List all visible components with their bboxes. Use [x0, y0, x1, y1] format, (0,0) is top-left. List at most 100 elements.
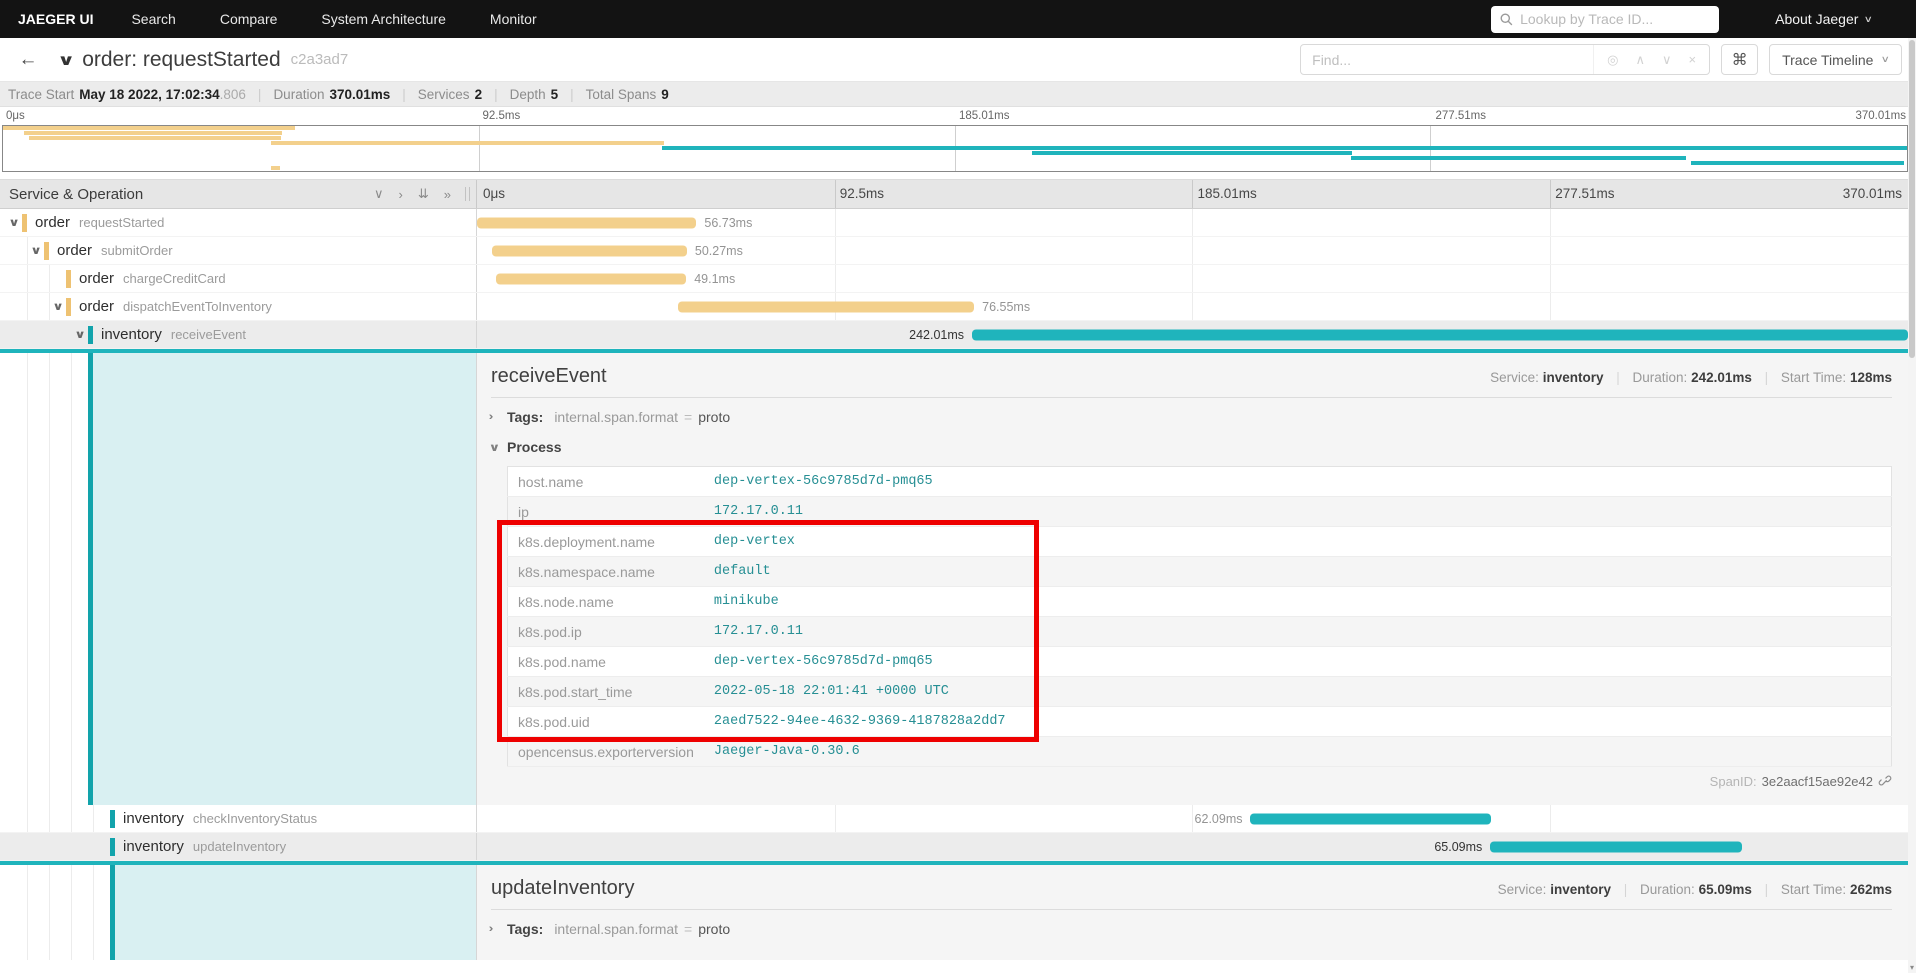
- collapse-trace-icon[interactable]: ∨: [57, 51, 75, 69]
- kv-row[interactable]: opencensus.exporterversionJaeger-Java-0.…: [508, 737, 1892, 767]
- tags-toggle[interactable]: › Tags: internal.span.format = proto: [491, 402, 1892, 432]
- span-bar[interactable]: [1490, 841, 1742, 852]
- span-id-row: SpanID: 3e2aacf15ae92e42: [491, 774, 1892, 789]
- kv-row[interactable]: k8s.pod.ip172.17.0.11: [508, 617, 1892, 647]
- chevron-down-icon[interactable]: ∨: [48, 300, 69, 313]
- service-name: order: [79, 270, 114, 287]
- chevron-down-icon[interactable]: ∨: [26, 244, 47, 257]
- trace-id: c2a3ad7: [291, 51, 349, 68]
- expand-one-icon[interactable]: ›: [399, 187, 403, 202]
- span-bar[interactable]: [1250, 813, 1490, 824]
- trace-view-selector[interactable]: Trace Timeline ∨: [1769, 44, 1902, 75]
- kv-row[interactable]: k8s.deployment.namedep-vertex: [508, 527, 1892, 557]
- kv-row[interactable]: k8s.pod.namedep-vertex-56c9785d7d-pmq65: [508, 647, 1892, 677]
- span-row-updateInventory[interactable]: inventory updateInventory 65.09ms: [0, 833, 1908, 861]
- minimap-canvas[interactable]: [2, 125, 1908, 172]
- tick-label: 0μs: [483, 186, 505, 201]
- kv-row[interactable]: k8s.pod.uid2aed7522-94ee-4632-9369-41878…: [508, 707, 1892, 737]
- expand-all-icon[interactable]: »: [444, 187, 451, 202]
- tag-value: proto: [698, 921, 730, 937]
- nav-item-monitor[interactable]: Monitor: [490, 11, 537, 27]
- scroll-down-icon[interactable]: ▾: [1908, 963, 1916, 973]
- tag-key: internal.span.format: [554, 409, 678, 425]
- kv-row[interactable]: ip172.17.0.11: [508, 497, 1892, 527]
- nav-item-search[interactable]: Search: [131, 11, 175, 27]
- grid-header: Service & Operation ∨ › ⇊ » 0μs 92.5ms 1…: [0, 179, 1908, 209]
- chevron-down-icon: ∨: [1864, 14, 1873, 25]
- kv-row[interactable]: k8s.pod.start_time2022-05-18 22:01:41 +0…: [508, 677, 1892, 707]
- minimap-span-bar: [1691, 161, 1904, 165]
- service-color-bar: [66, 270, 71, 288]
- keyboard-shortcuts-button[interactable]: ⌘: [1721, 44, 1758, 75]
- trace-lookup-box: [1491, 6, 1719, 33]
- service-operation-header: Service & Operation ∨ › ⇊ »: [0, 180, 477, 208]
- timeline-ticks-header: 0μs 92.5ms 185.01ms 277.51ms 370.01ms: [477, 180, 1908, 208]
- tick-label: 92.5ms: [483, 110, 521, 122]
- span-detail-receiveEvent: receiveEvent Service: inventory | Durati…: [0, 349, 1908, 805]
- detail-meta: Service: inventory | Duration: 65.09ms |…: [1498, 882, 1892, 897]
- service-name: inventory: [123, 838, 184, 855]
- service-name: order: [79, 298, 114, 315]
- trace-lookup-input[interactable]: [1520, 11, 1710, 27]
- depth-value: 5: [551, 87, 559, 102]
- span-row-dispatchEventToInventory[interactable]: ∨ order dispatchEventToInventory 76.55ms: [0, 293, 1908, 321]
- tick-label: 0μs: [6, 110, 25, 122]
- span-duration-label: 65.09ms: [1434, 840, 1482, 854]
- total-spans-value: 9: [661, 87, 669, 102]
- chevron-down-icon: ∨: [489, 441, 510, 454]
- chevron-down-icon[interactable]: ∨: [4, 216, 25, 229]
- span-row-receiveEvent[interactable]: ∨ inventory receiveEvent 242.01ms: [0, 321, 1908, 349]
- service-name: inventory: [101, 326, 162, 343]
- operation-name: receiveEvent: [171, 327, 246, 342]
- column-resizer[interactable]: [465, 187, 470, 201]
- detail-indent-fill: [93, 353, 476, 805]
- span-row-chargeCreditCard[interactable]: order chargeCreditCard 49.1ms: [0, 265, 1908, 293]
- process-toggle[interactable]: ∨ Process: [491, 432, 1892, 462]
- chevron-down-icon[interactable]: ∨: [70, 328, 91, 341]
- next-result-icon[interactable]: ∨: [1662, 52, 1672, 68]
- span-bar[interactable]: [477, 217, 696, 228]
- find-input[interactable]: [1301, 52, 1593, 68]
- prev-result-icon[interactable]: ∧: [1635, 52, 1645, 68]
- nav-item-system-architecture[interactable]: System Architecture: [321, 11, 446, 27]
- collapse-one-icon[interactable]: ∨: [374, 186, 384, 202]
- operation-name: requestStarted: [79, 215, 164, 230]
- span-bar[interactable]: [678, 301, 974, 312]
- minimap-span-bar: [29, 136, 282, 140]
- span-bar[interactable]: [972, 329, 1908, 340]
- back-button[interactable]: ←: [10, 49, 46, 71]
- tags-toggle[interactable]: › Tags: internal.span.format = proto: [491, 914, 1892, 944]
- match-highlight-icon[interactable]: ◎: [1607, 52, 1618, 68]
- depth-label: Depth: [510, 87, 546, 102]
- clear-search-icon[interactable]: ×: [1689, 52, 1697, 67]
- link-icon[interactable]: [1878, 775, 1892, 789]
- tick-label: 185.01ms: [1198, 186, 1257, 201]
- span-duration-label: 50.27ms: [695, 244, 743, 258]
- collapse-all-icon[interactable]: ⇊: [418, 186, 429, 202]
- operation-name: chargeCreditCard: [123, 271, 226, 286]
- operation-name: submitOrder: [101, 243, 173, 258]
- span-row-checkInventoryStatus[interactable]: inventory checkInventoryStatus 62.09ms: [0, 805, 1908, 833]
- span-bar[interactable]: [492, 245, 686, 256]
- process-key-value-table: host.namedep-vertex-56c9785d7d-pmq65 ip1…: [507, 466, 1892, 767]
- span-row-requestStarted[interactable]: ∨ order requestStarted 56.73ms: [0, 209, 1908, 237]
- vertical-scrollbar[interactable]: ▾: [1908, 38, 1916, 973]
- search-icon: [1500, 13, 1513, 26]
- span-duration-label: 56.73ms: [704, 216, 752, 230]
- timeline-grid: Service & Operation ∨ › ⇊ » 0μs 92.5ms 1…: [0, 179, 1908, 960]
- detail-meta: Service: inventory | Duration: 242.01ms …: [1490, 370, 1892, 385]
- span-duration-label: 62.09ms: [1195, 812, 1243, 826]
- kv-row[interactable]: k8s.namespace.namedefault: [508, 557, 1892, 587]
- app-brand[interactable]: JAEGER UI: [18, 11, 93, 27]
- duration-label: Duration: [273, 87, 324, 102]
- trace-header: ← ∨ order: requestStarted c2a3ad7 ◎ ∧ ∨ …: [0, 38, 1916, 82]
- kv-row[interactable]: k8s.node.nameminikube: [508, 587, 1892, 617]
- span-row-submitOrder[interactable]: ∨ order submitOrder 50.27ms: [0, 237, 1908, 265]
- detail-title: updateInventory: [491, 877, 1498, 900]
- scrollbar-thumb[interactable]: [1909, 40, 1915, 358]
- about-jaeger-menu[interactable]: About Jaeger ∨: [1775, 11, 1872, 27]
- kv-row[interactable]: host.namedep-vertex-56c9785d7d-pmq65: [508, 467, 1892, 497]
- span-bar[interactable]: [496, 273, 686, 284]
- duration-value: 370.01ms: [329, 87, 390, 102]
- nav-item-compare[interactable]: Compare: [220, 11, 278, 27]
